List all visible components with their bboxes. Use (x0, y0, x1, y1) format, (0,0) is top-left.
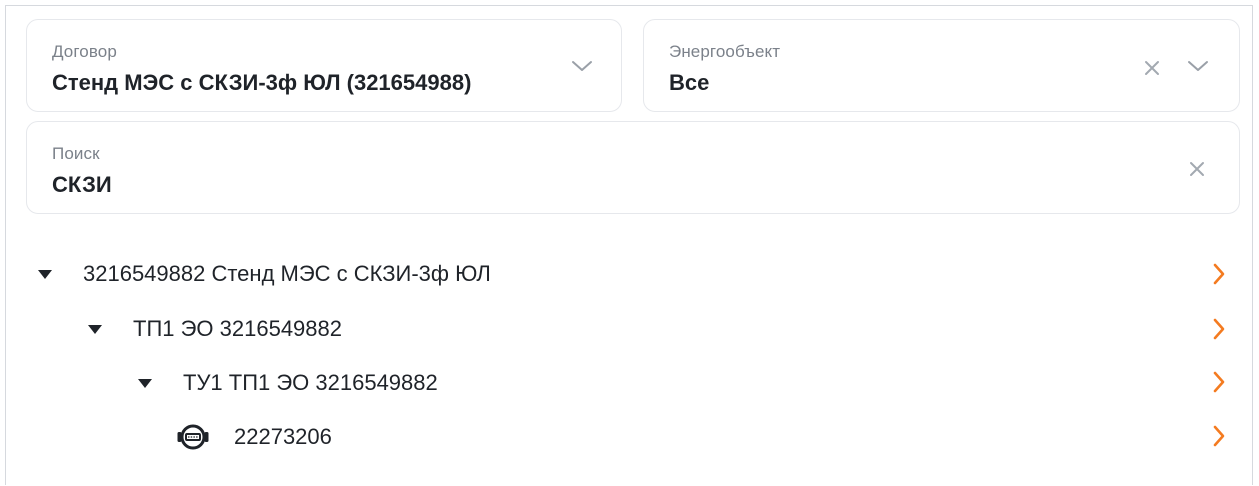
search-value: СКЗИ (52, 172, 112, 197)
contract-label: Договор (52, 42, 117, 61)
clear-energy-object-button[interactable] (1140, 56, 1164, 80)
chevron-right-icon[interactable] (1206, 421, 1232, 451)
energy-object-value: Все (669, 70, 710, 95)
chevron-right-icon[interactable] (1206, 259, 1232, 289)
close-icon (1190, 162, 1204, 176)
tree-node-label: ТП1 ЭО 3216549882 (133, 316, 342, 341)
chevron-down-icon[interactable] (567, 54, 597, 78)
meter-icon (176, 422, 210, 452)
chevron-right-icon[interactable] (1206, 314, 1232, 344)
contract-select[interactable]: Договор Стенд МЭС с СКЗИ-3ф ЮЛ (32165498… (26, 19, 622, 112)
tree-node-label: ТУ1 ТП1 ЭО 3216549882 (183, 370, 438, 395)
tree-node-metering-point[interactable]: ТУ1 ТП1 ЭО 3216549882 (133, 363, 438, 403)
energy-object-label: Энергообъект (669, 42, 781, 61)
search-input[interactable]: Поиск СКЗИ (26, 121, 1240, 214)
chevron-right-icon[interactable] (1206, 367, 1232, 397)
tree-node-substation[interactable]: ТП1 ЭО 3216549882 (83, 309, 342, 349)
tree-node-meter[interactable]: 22273206 (176, 417, 332, 457)
tree-node-label: 22273206 (234, 424, 332, 449)
energy-object-select[interactable]: Энергообъект Все (643, 19, 1240, 112)
close-icon (1145, 61, 1159, 75)
caret-down-icon[interactable] (33, 262, 57, 286)
contract-value: Стенд МЭС с СКЗИ-3ф ЮЛ (321654988) (52, 70, 472, 95)
chevron-down-icon[interactable] (1183, 54, 1213, 78)
caret-down-icon[interactable] (83, 317, 107, 341)
caret-down-icon[interactable] (133, 371, 157, 395)
search-label: Поиск (52, 144, 100, 163)
clear-search-button[interactable] (1185, 157, 1209, 181)
tree-node-label: 3216549882 Стенд МЭС с СКЗИ-3ф ЮЛ (83, 261, 491, 286)
tree-node-contract[interactable]: 3216549882 Стенд МЭС с СКЗИ-3ф ЮЛ (33, 254, 491, 294)
